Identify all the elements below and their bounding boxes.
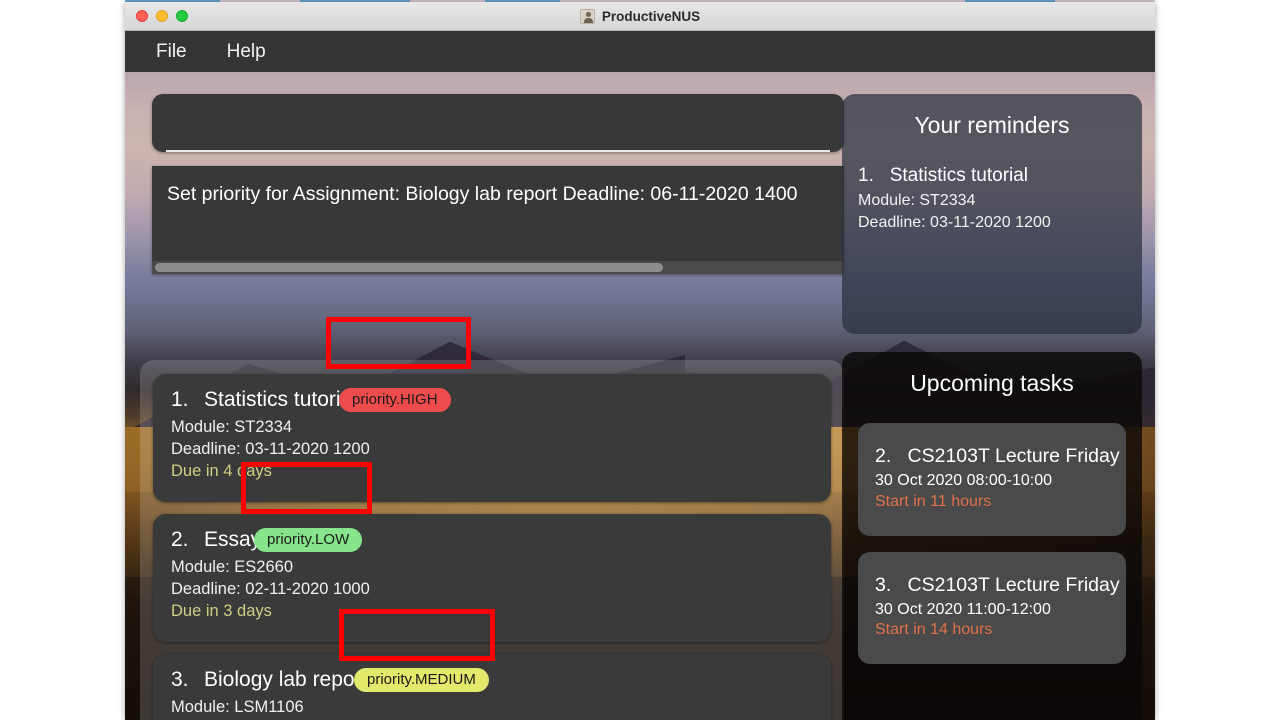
task-module: Module: LSM1106: [171, 698, 304, 716]
command-box[interactable]: [152, 94, 844, 152]
task-title: Essay: [204, 528, 262, 551]
task-due: Due in 3 days: [171, 601, 272, 620]
reminder-index: 1.: [858, 165, 874, 186]
task-module: Module: ES2660: [171, 558, 294, 576]
upcoming-index: 2.: [875, 445, 892, 467]
screen: ProductiveNUS File Help Set priority for…: [0, 0, 1280, 720]
reminder-title: 1. Statistics tutorial: [858, 165, 1126, 187]
upcoming-start: Start in 14 hours: [875, 621, 993, 639]
upcoming-tasks-panel: Upcoming tasks 2. CS2103T Lecture Friday…: [842, 352, 1142, 720]
right-column: Your reminders 1. Statistics tutorial Mo…: [842, 94, 1142, 720]
task-index: 1.: [171, 388, 189, 411]
priority-badge-low[interactable]: priority.LOW: [254, 528, 363, 552]
task-list-panel[interactable]: 1. Statistics tutorial priority.HIGH Mod…: [140, 360, 844, 720]
upcoming-when: 30 Oct 2020 08:00-10:00: [875, 472, 1053, 489]
upcoming-title-text: CS2103T Lecture Friday: [907, 573, 1120, 596]
menu-item-help[interactable]: Help: [221, 39, 272, 65]
task-module: Module: ST2334: [171, 418, 293, 436]
window-controls: [136, 10, 188, 22]
reminder-module: Module: ST2334: [858, 192, 976, 209]
upcoming-title: 2. CS2103T Lecture Friday: [875, 445, 1120, 468]
command-input[interactable]: [166, 96, 830, 152]
upcoming-heading: Upcoming tasks: [910, 370, 1074, 396]
task-card[interactable]: 2. Essay priority.LOW Module: ES2660 Dea…: [153, 514, 831, 642]
priority-badge-high[interactable]: priority.HIGH: [339, 388, 451, 412]
upcoming-index: 3.: [875, 573, 892, 596]
result-display: Set priority for Assignment: Biology lab…: [152, 166, 844, 274]
reminder-deadline: Deadline: 03-11-2020 1200: [858, 213, 1051, 231]
upcoming-title: 3. CS2103T Lecture Friday: [875, 573, 1120, 597]
title-bar: ProductiveNUS: [125, 2, 1155, 31]
result-display-text: Set priority for Assignment: Biology lab…: [167, 183, 798, 205]
upcoming-card[interactable]: 2. CS2103T Lecture Friday 30 Oct 2020 08…: [858, 423, 1126, 536]
app-window: ProductiveNUS File Help Set priority for…: [125, 2, 1155, 720]
task-title: Biology lab report: [204, 668, 368, 691]
window-title: ProductiveNUS: [601, 8, 701, 24]
task-card[interactable]: 3. Biology lab report priority.MEDIUM Mo…: [153, 654, 831, 720]
close-button[interactable]: [136, 10, 148, 22]
task-deadline: Deadline: 03-11-2020 1200: [171, 439, 370, 458]
reminders-heading: Your reminders: [914, 112, 1070, 138]
task-card[interactable]: 1. Statistics tutorial priority.HIGH Mod…: [153, 374, 831, 502]
contact-card-icon: [579, 8, 595, 24]
result-horizontal-scrollbar[interactable]: [152, 261, 844, 274]
menu-bar: File Help: [125, 31, 1155, 72]
task-index: 2.: [171, 528, 189, 551]
task-index: 3.: [171, 668, 189, 691]
left-column: Set priority for Assignment: Biology lab…: [152, 94, 844, 274]
reminders-panel: Your reminders 1. Statistics tutorial Mo…: [842, 94, 1142, 334]
reminder-item[interactable]: 1. Statistics tutorial Module: ST2334 De…: [858, 165, 1126, 233]
scrollbar-thumb[interactable]: [155, 263, 663, 272]
reminder-title-text: Statistics tutorial: [889, 165, 1029, 186]
upcoming-title-text: CS2103T Lecture Friday: [907, 445, 1120, 467]
upcoming-when: 30 Oct 2020 11:00-12:00: [875, 600, 1051, 618]
maximize-button[interactable]: [176, 10, 188, 22]
upcoming-card[interactable]: 3. CS2103T Lecture Friday 30 Oct 2020 11…: [858, 551, 1126, 665]
priority-badge-medium[interactable]: priority.MEDIUM: [354, 668, 489, 692]
task-deadline: Deadline: 02-11-2020 1000: [171, 579, 370, 598]
task-due: Due in 4 days: [171, 461, 272, 480]
task-title: Statistics tutorial: [204, 388, 357, 411]
window-body: Set priority for Assignment: Biology lab…: [125, 72, 1155, 720]
window-title-group: ProductiveNUS: [125, 8, 1155, 24]
upcoming-start: Start in 11 hours: [875, 492, 992, 510]
task-header: 1. Statistics tutorial: [171, 388, 813, 412]
task-header: 3. Biology lab report: [171, 668, 813, 692]
minimize-button[interactable]: [156, 10, 168, 22]
menu-item-file[interactable]: File: [150, 39, 193, 65]
